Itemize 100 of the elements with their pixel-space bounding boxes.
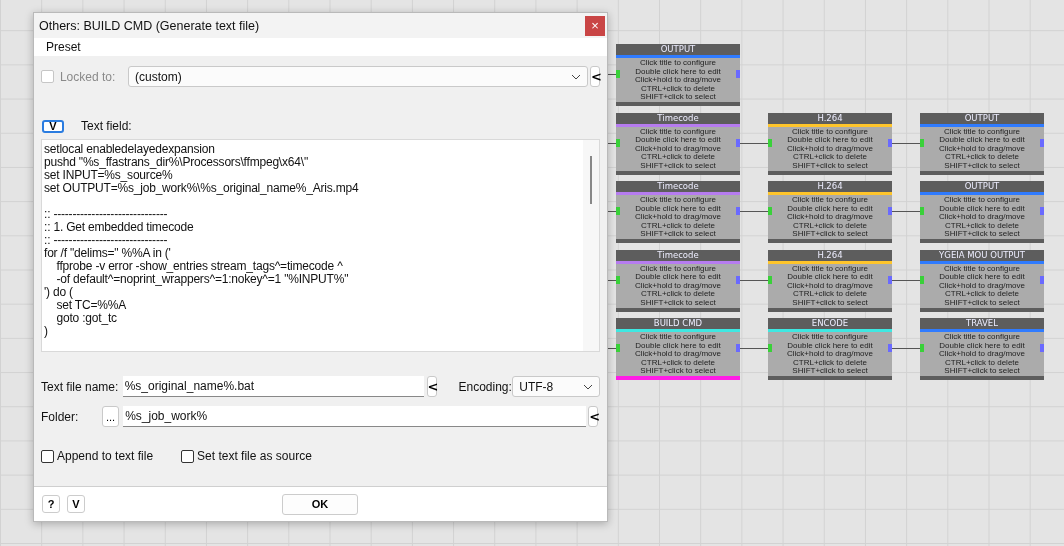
input-port-icon[interactable] [920,344,924,352]
input-port-icon[interactable] [616,207,620,215]
output-port-icon[interactable] [888,207,892,215]
input-port-icon[interactable] [768,344,772,352]
node-title[interactable]: H.264 [768,181,892,192]
connector-line [892,348,920,349]
input-port-icon[interactable] [920,207,924,215]
node-title[interactable]: OUTPUT [920,181,1044,192]
connector-line [740,142,768,144]
checkbox-label[interactable]: Append to text file [57,449,154,463]
output-port-icon[interactable] [1040,138,1044,147]
input-port-icon[interactable] [920,138,924,147]
output-port-icon[interactable] [888,275,892,284]
ok-button[interactable]: OK [282,493,358,515]
node-card[interactable]: Timecode Click title to configure Double click here to edit Click+hold to drag/move CTRL+click to delete SHIFT+click to select [616,112,740,175]
menu-item[interactable]: Preset [46,40,81,54]
input-port-icon[interactable] [616,344,620,352]
scrollbar[interactable] [583,140,599,351]
code-line: :: 1. Get embedded timecode [44,221,195,234]
hint-text: Click title to configure [640,333,716,342]
hint-text: Double click here to edit [939,341,1025,351]
folder-field[interactable]: %s_job_work% [123,406,587,427]
hint-text: Double click here to edit [787,341,873,351]
node-card[interactable]: ENCODE Click title to configure Double click here to edit Click+hold to drag/move CTRL+click to delete SHIFT+click to select [768,318,892,380]
hint-text: Double click here to edit [635,204,721,214]
node-title[interactable]: OUTPUT [920,112,1044,124]
input-port-icon[interactable] [768,275,772,284]
input-port-icon[interactable] [616,138,620,147]
node-card[interactable]: OUTPUT Click title to configure Double click here to edit Click+hold to drag/move CTRL+click to delete SHIFT+click to select [616,44,740,106]
connector-line [740,211,768,212]
node-title[interactable]: YGEIA MOU OUTPUT [920,249,1044,261]
hint-text: Click+hold to drag/move [786,350,873,359]
connector-line [892,211,920,212]
hint-text: Click title to configure [944,196,1020,205]
connector-line [608,74,616,75]
node-title[interactable]: H.264 [768,249,892,261]
encoding-dropdown[interactable]: UTF-8 [512,376,600,397]
output-port-icon[interactable] [888,344,892,352]
text-field[interactable] [41,139,600,352]
node-card[interactable]: OUTPUT Click title to configure Double click here to edit Click+hold to drag/move CTRL+click to delete SHIFT+click to select [920,181,1044,243]
output-port-icon[interactable] [1040,344,1044,352]
code-line: ffprobe -v error -show_entries stream_tags^=timecode ^ [55,260,344,273]
output-port-icon[interactable] [1040,275,1044,284]
toggle-button[interactable]: V [42,119,64,133]
output-port-icon[interactable] [888,138,892,147]
output-port-icon[interactable] [1040,207,1044,215]
output-port-icon[interactable] [736,207,740,215]
connector-line [608,279,616,281]
hint-text: CTRL+click to delete [641,358,715,368]
checkbox-label[interactable]: Set text file as source [197,449,312,463]
node-card[interactable]: BUILD CMD Click title to configure Double click here to edit Click+hold to drag/move CTRL+click to delete SHIFT+click to select [616,318,740,380]
hint-text: CTRL+click to delete [641,84,715,94]
checkbox[interactable] [181,449,195,463]
output-port-icon[interactable] [736,138,740,147]
hint-text: Double click here to edit [787,136,873,145]
output-port-icon[interactable] [736,275,740,284]
locked-label: Locked to: [59,69,117,84]
node-card[interactable]: TRAVEL Click title to configure Double click here to edit Click+hold to drag/move CTRL+click to delete SHIFT+click to select [920,318,1044,380]
hint-text: CTRL+click to delete [793,153,867,162]
hint-text: Click title to configure [640,196,716,205]
browse-button[interactable]: ... [102,406,120,427]
checkbox[interactable] [41,449,54,463]
node-title[interactable]: ENCODE [768,318,892,329]
arrow-button[interactable]: < [588,406,599,427]
code-line: :: ------------------------------ [44,234,169,247]
file-name-field[interactable]: %s_original_name%.bat [122,376,424,397]
node-card[interactable]: H.264 Click title to configure Double click here to edit Click+hold to drag/move CTRL+click to delete SHIFT+click to select [768,249,892,312]
connector-line [608,142,616,144]
node-title[interactable]: H.264 [768,112,892,124]
input-port-icon[interactable] [616,275,620,284]
node-card[interactable]: OUTPUT Click title to configure Double click here to edit Click+hold to drag/move CTRL+click to delete SHIFT+click to select [920,112,1044,175]
node-title[interactable]: TRAVEL [920,318,1044,329]
node-card[interactable]: YGEIA MOU OUTPUT Click title to configure Double click here to edit Click+hold to drag/move CTRL+click to delete SHIFT+click to select [920,249,1044,312]
output-port-icon[interactable] [736,70,740,78]
node-title[interactable]: Timecode [616,112,740,124]
input-port-icon[interactable] [616,70,620,78]
toggle-button[interactable]: V [67,495,85,513]
input-port-icon[interactable] [920,275,924,284]
hint-text: CTRL+click to delete [945,290,1019,299]
connector-line [892,279,920,281]
hint-text: Click+hold to drag/move [634,144,721,153]
node-title[interactable]: Timecode [616,181,740,192]
node-card[interactable]: Timecode Click title to configure Double click here to edit Click+hold to drag/move CTRL+click to delete SHIFT+click to select [616,249,740,312]
help-button[interactable]: ? [42,495,60,513]
hint-text: SHIFT+click to select [944,367,1020,376]
hint-text: Click+hold to drag/move [938,144,1025,153]
node-card[interactable]: H.264 Click title to configure Double click here to edit Click+hold to drag/move CTRL+click to delete SHIFT+click to select [768,112,892,175]
input-port-icon[interactable] [768,138,772,147]
arrow-button[interactable]: < [426,376,437,397]
hint-text: Double click here to edit [939,273,1025,282]
output-port-icon[interactable] [736,344,740,352]
node-card[interactable]: Timecode Click title to configure Double click here to edit Click+hold to drag/move CTRL+click to delete SHIFT+click to select [616,181,740,243]
hint-text: Double click here to edit [635,341,721,351]
input-port-icon[interactable] [768,207,772,215]
node-title[interactable]: OUTPUT [616,44,740,55]
close-button[interactable]: × [585,15,605,36]
node-card[interactable]: H.264 Click title to configure Double click here to edit Click+hold to drag/move CTRL+click to delete SHIFT+click to select [768,181,892,243]
node-title[interactable]: Timecode [616,249,740,261]
hint-text: Click title to configure [792,333,868,342]
node-title[interactable]: BUILD CMD [616,318,740,329]
